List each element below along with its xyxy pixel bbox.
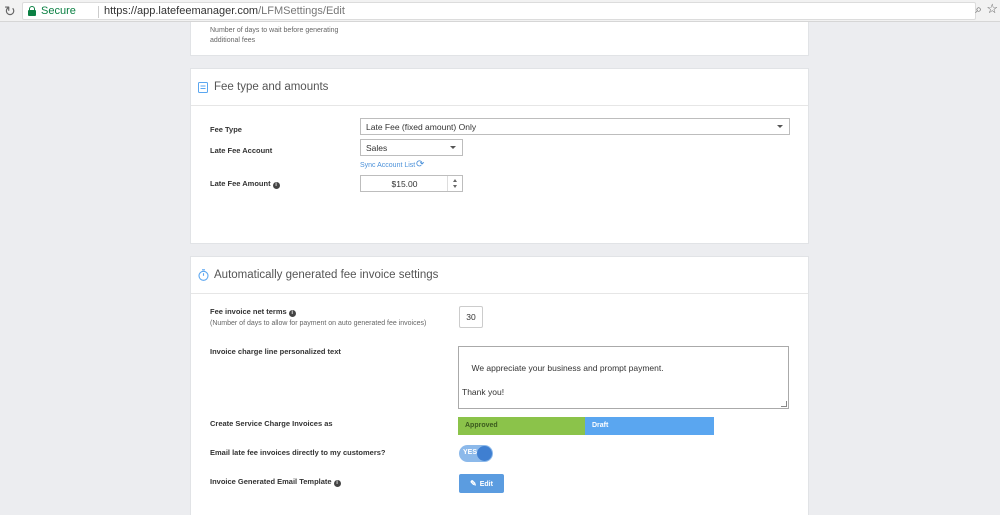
late-fee-amount-value: $15.00 (391, 179, 418, 189)
resize-handle-icon[interactable] (781, 401, 787, 407)
late-fee-amount-text: Late Fee Amount (210, 179, 271, 188)
net-terms-input[interactable]: 30 (459, 306, 483, 328)
late-fee-account-value: Sales (366, 143, 388, 153)
zoom-icon[interactable]: ⌕ (975, 2, 982, 17)
url-host: https://app.latefeemanager.com (104, 5, 259, 17)
address-separator (98, 6, 99, 18)
additional-fees-help: Number of days to wait before generating… (210, 27, 339, 44)
draft-option[interactable]: Draft (585, 417, 714, 435)
lock-icon (28, 6, 36, 16)
net-terms-help: (Number of days to allow for payment on … (210, 320, 427, 327)
info-icon[interactable]: i (272, 182, 280, 189)
approved-option[interactable]: Approved (458, 417, 585, 435)
document-icon (198, 82, 208, 93)
net-terms-label: Fee invoice net terms i (210, 307, 296, 317)
fee-type-select[interactable]: Late Fee (fixed amount) Only (360, 118, 790, 135)
star-icon[interactable]: ☆ (986, 1, 998, 17)
late-fee-amount-label: Late Fee Amount i (210, 179, 280, 189)
fee-type-header: Fee type and amounts (191, 69, 808, 106)
net-terms-text: Fee invoice net terms (210, 307, 287, 316)
sync-account-list-link[interactable]: Sync Account List (360, 162, 415, 169)
info-icon[interactable]: i (333, 480, 341, 487)
url-path: /LFMSettings/Edit (258, 5, 345, 17)
stepper-up-icon[interactable] (453, 179, 457, 182)
fee-type-title: Fee type and amounts (214, 81, 329, 93)
charge-text-value: We appreciate your business and prompt p… (462, 363, 664, 397)
stopwatch-icon (198, 269, 209, 281)
toggle-state-text: YES (463, 449, 478, 456)
email-invoices-label: Email late fee invoices directly to my c… (210, 448, 386, 457)
pencil-icon: ✎ (470, 479, 477, 488)
charge-text-textarea[interactable]: We appreciate your business and prompt p… (458, 346, 789, 409)
sync-icon[interactable]: ⟳ (416, 159, 424, 170)
email-template-text: Invoice Generated Email Template (210, 477, 332, 486)
fee-type-card: Fee type and amounts Fee Type Late Fee (… (190, 68, 809, 244)
url-text[interactable]: https://app.latefeemanager.com/LFMSettin… (104, 5, 345, 17)
toggle-knob (477, 446, 492, 461)
edit-template-button[interactable]: ✎ Edit (459, 474, 504, 493)
charge-text-label: Invoice charge line personalized text (210, 347, 341, 356)
chevron-down-icon (777, 125, 783, 128)
chevron-down-icon (450, 146, 456, 149)
amount-stepper[interactable] (447, 176, 462, 191)
email-template-label: Invoice Generated Email Template i (210, 477, 341, 487)
reload-icon[interactable]: ↻ (4, 2, 16, 20)
stepper-down-icon[interactable] (453, 185, 457, 188)
email-invoices-toggle[interactable]: YES (459, 445, 493, 462)
late-fee-account-label: Late Fee Account (210, 146, 273, 155)
fee-type-label: Fee Type (210, 125, 242, 134)
edit-button-label: Edit (479, 481, 493, 488)
address-bar[interactable]: Secure https://app.latefeemanager.com/LF… (22, 2, 976, 20)
create-as-label: Create Service Charge Invoices as (210, 419, 333, 428)
late-fee-account-select[interactable]: Sales (360, 139, 463, 156)
previous-settings-card: Number of days to wait before generating… (190, 22, 809, 56)
secure-label: Secure (41, 5, 76, 17)
fee-type-value: Late Fee (fixed amount) Only (366, 122, 477, 132)
invoice-settings-header: Automatically generated fee invoice sett… (191, 257, 808, 294)
browser-bar: ↻ Secure https://app.latefeemanager.com/… (0, 0, 1000, 22)
invoice-settings-title: Automatically generated fee invoice sett… (214, 269, 439, 281)
info-icon[interactable]: i (288, 310, 296, 317)
invoice-settings-card: Automatically generated fee invoice sett… (190, 256, 809, 515)
late-fee-amount-input[interactable]: $15.00 (360, 175, 463, 192)
